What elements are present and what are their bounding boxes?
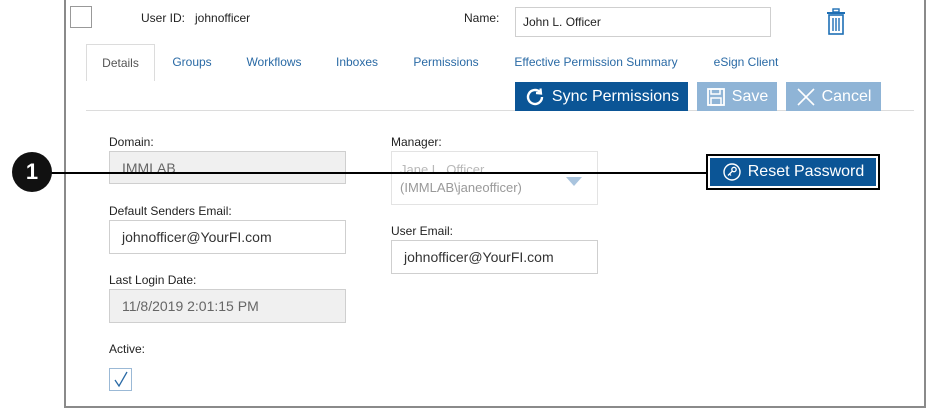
user-email-label: User Email:	[391, 224, 454, 238]
manager-label: Manager:	[391, 135, 442, 149]
save-button[interactable]: Save	[697, 82, 777, 111]
reset-password-button[interactable]: Reset Password	[710, 158, 876, 186]
tab-details[interactable]: Details	[86, 44, 155, 81]
manager-account: (IMMLAB\janeofficer)	[400, 180, 522, 195]
save-label: Save	[731, 87, 769, 105]
trash-icon[interactable]	[825, 8, 847, 36]
user-email-input[interactable]: johnofficer@YourFI.com	[391, 240, 598, 274]
tab-esign-client[interactable]: eSign Client	[705, 44, 787, 80]
domain-label: Domain:	[109, 135, 154, 149]
user-id-label: User ID:	[141, 11, 186, 25]
default-senders-email-label: Default Senders Email:	[109, 204, 232, 218]
cancel-label: Cancel	[821, 87, 872, 105]
tab-label: Effective Permission Summary	[514, 55, 678, 69]
tab-label: Permissions	[413, 55, 479, 69]
tab-label: Details	[102, 56, 139, 70]
tab-permissions[interactable]: Permissions	[405, 44, 487, 80]
select-checkbox[interactable]	[70, 6, 92, 28]
user-email-value: johnofficer@YourFI.com	[404, 249, 554, 265]
sync-permissions-label: Sync Permissions	[551, 87, 680, 105]
user-id-value: johnofficer	[195, 11, 251, 25]
key-icon	[722, 162, 742, 182]
name-input[interactable]: John L. Officer	[515, 7, 771, 37]
manager-name: Jane L. Officer	[400, 162, 485, 177]
default-senders-email-input[interactable]: johnofficer@YourFI.com	[109, 220, 346, 254]
tab-label: eSign Client	[713, 55, 779, 69]
sync-icon	[524, 86, 546, 108]
default-senders-email-value: johnofficer@YourFI.com	[122, 229, 272, 245]
check-icon	[113, 371, 129, 393]
tab-inboxes[interactable]: Inboxes	[327, 44, 387, 80]
tab-label: Workflows	[246, 55, 302, 69]
callout-line	[38, 172, 708, 174]
active-checkbox[interactable]	[109, 368, 132, 391]
callout-number-badge: 1	[12, 152, 52, 192]
cancel-button[interactable]: Cancel	[786, 82, 881, 111]
last-login-date-field: 11/8/2019 2:01:15 PM	[109, 289, 346, 323]
sync-permissions-button[interactable]: Sync Permissions	[515, 82, 688, 111]
name-input-value: John L. Officer	[523, 15, 601, 29]
tab-label: Groups	[172, 55, 212, 69]
manager-select[interactable]: Jane L. Officer (IMMLAB\janeofficer)	[391, 151, 598, 205]
last-login-date-label: Last Login Date:	[109, 273, 197, 287]
domain-field: IMMLAB	[109, 151, 346, 184]
floppy-disk-icon	[706, 87, 726, 107]
last-login-date-value: 11/8/2019 2:01:15 PM	[122, 298, 259, 314]
tab-effective-permission-summary[interactable]: Effective Permission Summary	[505, 44, 687, 80]
tab-label: Inboxes	[335, 55, 379, 69]
active-label: Active:	[109, 342, 146, 356]
reset-password-label: Reset Password	[747, 163, 865, 180]
chevron-down-icon	[566, 174, 582, 192]
tab-workflows[interactable]: Workflows	[236, 44, 312, 80]
close-icon	[796, 87, 816, 107]
tab-groups[interactable]: Groups	[162, 44, 222, 80]
name-label: Name:	[464, 11, 500, 25]
